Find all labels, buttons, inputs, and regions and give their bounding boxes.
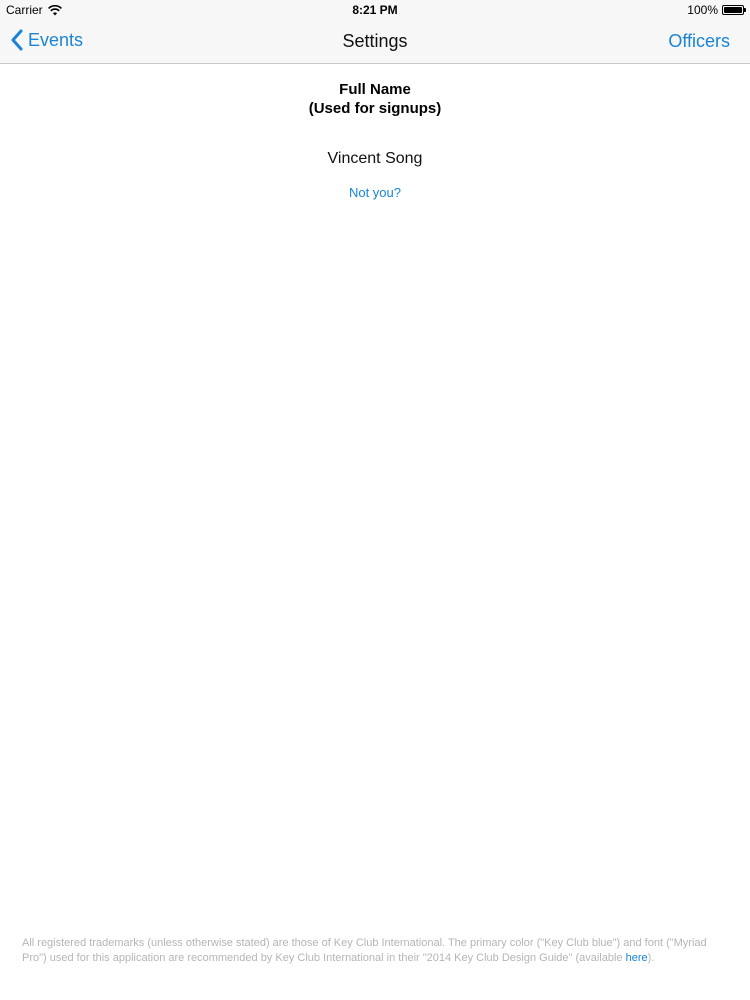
status-time: 8:21 PM bbox=[352, 3, 398, 17]
battery-icon bbox=[722, 5, 746, 15]
settings-screen: Carrier 8:21 PM 100% Events Settings Off… bbox=[0, 0, 750, 1000]
full-name-heading: Full Name (Used for signups) bbox=[0, 80, 750, 118]
settings-content: Full Name (Used for signups) Vincent Son… bbox=[0, 80, 750, 202]
heading-line-1: Full Name bbox=[339, 81, 411, 98]
status-bar: Carrier 8:21 PM 100% bbox=[0, 0, 750, 20]
footer-suffix: ). bbox=[647, 952, 655, 964]
status-right: 100% bbox=[687, 3, 746, 17]
not-you-link[interactable]: Not you? bbox=[349, 185, 401, 200]
footer-text: All registered trademarks (unless otherw… bbox=[22, 937, 707, 964]
officers-button[interactable]: Officers bbox=[668, 31, 730, 52]
navigation-bar: Events Settings Officers bbox=[0, 20, 750, 64]
user-name-value: Vincent Song bbox=[327, 150, 423, 167]
footer-here-link[interactable]: here bbox=[626, 952, 648, 964]
battery-percent: 100% bbox=[687, 3, 718, 17]
trademark-footer: All registered trademarks (unless otherw… bbox=[22, 936, 728, 966]
page-title: Settings bbox=[342, 31, 408, 51]
heading-line-2: (Used for signups) bbox=[308, 100, 442, 117]
